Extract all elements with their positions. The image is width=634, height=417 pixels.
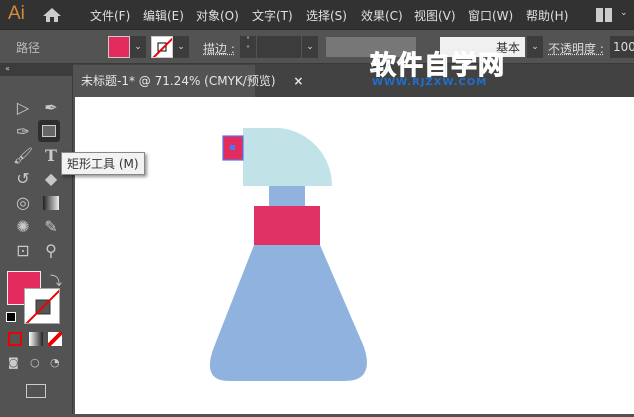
close-icon[interactable]: × [293,74,303,88]
spray-bottle-artwork [209,128,367,381]
workspace-icon[interactable] [596,8,612,22]
gradient-tool-icon[interactable] [40,192,62,214]
stroke-dropdown[interactable]: ⌄ [173,36,189,58]
menu-edit[interactable]: 编辑(E) [143,7,184,24]
draw-normal-icon[interactable]: ◙ [8,356,19,369]
menu-select[interactable]: 选择(S) [306,7,347,24]
stroke-swatch[interactable] [151,36,173,58]
bottle-body [209,245,367,381]
menu-view[interactable]: 视图(V) [414,7,456,24]
menu-window[interactable]: 窗口(W) [468,7,513,24]
spray-head [243,128,333,186]
selection-center-point [230,145,235,150]
rotate-tool-icon[interactable]: ↺ [12,168,34,190]
object-type-label: 路径 [16,41,41,55]
eraser-tool-icon[interactable]: ◆ [40,168,62,190]
app-logo: Ai [8,3,25,24]
stroke-label: 描边 : [203,42,235,56]
opacity-input[interactable]: 100 [610,36,634,58]
paintbrush-tool-icon[interactable]: 🖌 [12,145,34,167]
opacity-label: 不透明度 : [548,42,604,56]
curvature-tool-icon[interactable]: ✑ [12,121,34,143]
fill-swatch[interactable] [108,36,130,58]
tool-tooltip: 矩形工具 (M) [61,152,145,175]
collar [254,206,320,245]
document-tab-title: 未标题-1* @ 71.24% (CMYK/预览) [81,74,276,88]
chevron-down-icon[interactable]: ⌄ [620,8,628,18]
menu-bar: Ai 文件(F) 编辑(E) 对象(O) 文字(T) 选择(S) 效果(C) 视… [0,0,634,30]
menu-type[interactable]: 文字(T) [252,7,293,24]
stroke-weight-stepper[interactable]: ˄ ˅ [240,36,256,58]
stroke-weight-dropdown[interactable]: ⌄ [302,36,318,58]
stroke-color-box[interactable] [24,288,60,324]
gradient-mode-icon[interactable] [29,332,43,346]
screen-mode-icon[interactable] [26,384,46,398]
rectangle-tool-icon[interactable] [38,120,60,142]
style-dropdown[interactable]: ⌄ [527,36,543,58]
fill-dropdown[interactable]: ⌄ [130,36,146,58]
document-tab-bar: 未标题-1* @ 71.24% (CMYK/预览) × [73,64,634,97]
watermark-url: WWW.RJZXW.COM [372,77,488,88]
eyedropper-tool-icon[interactable]: ✎ [40,216,62,238]
menu-object[interactable]: 对象(O) [196,7,239,24]
neck [269,186,305,207]
collapse-icon[interactable]: « [0,64,73,76]
pen-tool-icon[interactable]: ✒ [40,97,62,119]
artboard-canvas[interactable] [75,97,634,414]
home-icon[interactable] [42,7,62,23]
artboard-tool-icon[interactable]: ⊡ [12,240,34,262]
tools-panel: « ▷ ✒ ✑ 🖌 T ↺ ◆ ◎ ✺ ✎ ⊡ ⚲ ⤵ ◙ ○ ◔ [0,64,73,414]
menu-file[interactable]: 文件(F) [90,7,130,24]
swap-colors-icon[interactable]: ⤵ [50,272,62,289]
menu-effect[interactable]: 效果(C) [361,7,403,24]
none-mode-icon[interactable] [48,332,62,346]
draw-inside-icon[interactable]: ◔ [50,356,60,369]
menu-help[interactable]: 帮助(H) [526,7,568,24]
draw-behind-icon[interactable]: ○ [30,356,40,369]
color-mode-icon[interactable] [8,332,22,346]
control-bar: 路径 ⌄ ⌄ 描边 : ˄ ˅ ⌄ 基本 ⌄ 不透明度 : 100 [0,30,634,64]
document-tab[interactable]: 未标题-1* @ 71.24% (CMYK/预览) × [73,65,303,97]
puppet-warp-tool-icon[interactable]: ✺ [12,216,34,238]
type-tool-icon[interactable]: T [40,145,62,167]
direct-selection-tool-icon[interactable]: ▷ [12,97,34,119]
stroke-weight-input[interactable] [257,36,301,58]
zoom-tool-icon[interactable]: ⚲ [40,240,62,262]
default-colors-icon[interactable] [6,312,16,322]
shape-builder-tool-icon[interactable]: ◎ [12,192,34,214]
